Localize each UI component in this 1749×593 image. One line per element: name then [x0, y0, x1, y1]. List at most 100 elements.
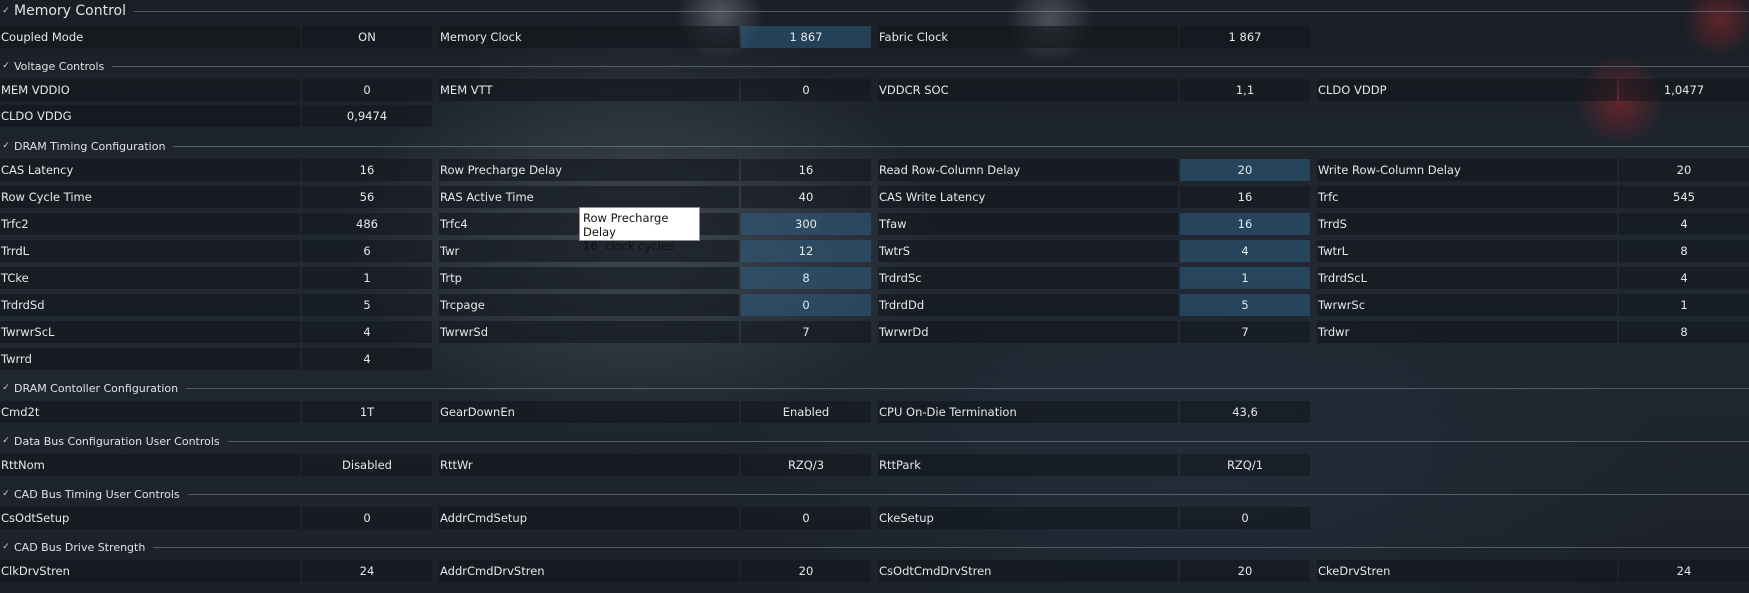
setting-value[interactable]: 43,6	[1180, 401, 1310, 423]
section-data-bus[interactable]: ✓ Data Bus Configuration User Controls	[0, 432, 1749, 450]
setting-value[interactable]: 0,9474	[302, 105, 432, 127]
setting-value[interactable]: 20	[1619, 159, 1749, 181]
section-voltage-controls[interactable]: ✓ Voltage Controls	[0, 57, 1749, 75]
setting-value[interactable]: 5	[1180, 294, 1310, 316]
setting-value[interactable]: 16	[1180, 213, 1310, 235]
setting-value[interactable]: 20	[741, 560, 871, 582]
section-memory-control[interactable]: ✓ Memory Control	[0, 2, 1749, 20]
section-cad-bus-timing[interactable]: ✓ CAD Bus Timing User Controls	[0, 485, 1749, 503]
setting-value[interactable]: 4	[1619, 267, 1749, 289]
setting-value[interactable]: 0	[1180, 507, 1310, 529]
setting-value[interactable]: 6	[302, 240, 432, 262]
setting-trrds[interactable]: TrrdS 4	[1317, 213, 1749, 235]
setting-value[interactable]: RZQ/3	[741, 454, 871, 476]
setting-trfc[interactable]: Trfc 545	[1317, 186, 1749, 208]
setting-value[interactable]: 545	[1619, 186, 1749, 208]
setting-trdwr[interactable]: Trdwr 8	[1317, 321, 1749, 343]
setting-twrwrsd[interactable]: TwrwrSd 7	[439, 321, 871, 343]
setting-value[interactable]: 1	[1180, 267, 1310, 289]
setting-trfc2[interactable]: Trfc2 486	[0, 213, 432, 235]
setting-value[interactable]: 20	[1180, 560, 1310, 582]
setting-read-row-column-delay[interactable]: Read Row-Column Delay 20	[878, 159, 1310, 181]
setting-value[interactable]: 1 867	[1180, 26, 1310, 48]
section-check-icon[interactable]: ✓	[2, 437, 10, 446]
setting-value[interactable]: ON	[302, 26, 432, 48]
setting-twrrd[interactable]: Twrrd 4	[0, 348, 432, 370]
setting-value[interactable]: 0	[302, 507, 432, 529]
setting-cpu-on-die-termination[interactable]: CPU On-Die Termination 43,6	[878, 401, 1310, 423]
setting-trtp[interactable]: Trtp 8	[439, 267, 871, 289]
setting-value[interactable]: Disabled	[302, 454, 432, 476]
setting-mem-vtt[interactable]: MEM VTT 0	[439, 79, 871, 101]
setting-cas-latency[interactable]: CAS Latency 16	[0, 159, 432, 181]
setting-value[interactable]: 486	[302, 213, 432, 235]
setting-value[interactable]: 0	[741, 79, 871, 101]
setting-value[interactable]: 0	[741, 507, 871, 529]
section-check-icon[interactable]: ✓	[2, 543, 10, 552]
setting-twrwrsc[interactable]: TwrwrSc 1	[1317, 294, 1749, 316]
setting-cas-write-latency[interactable]: CAS Write Latency 16	[878, 186, 1310, 208]
setting-value[interactable]: 4	[302, 348, 432, 370]
setting-value[interactable]: 1,0477	[1619, 79, 1749, 101]
setting-addrcmdsetup[interactable]: AddrCmdSetup 0	[439, 507, 871, 529]
setting-value[interactable]: 1	[1619, 294, 1749, 316]
setting-value[interactable]: 56	[302, 186, 432, 208]
setting-geardownen[interactable]: GearDownEn Enabled	[439, 401, 871, 423]
setting-rttwr[interactable]: RttWr RZQ/3	[439, 454, 871, 476]
setting-ckesetup[interactable]: CkeSetup 0	[878, 507, 1310, 529]
setting-value[interactable]: 7	[741, 321, 871, 343]
setting-tcke[interactable]: TCke 1	[0, 267, 432, 289]
setting-value[interactable]: 0	[302, 79, 432, 101]
setting-value[interactable]: 1T	[302, 401, 432, 423]
setting-value[interactable]: 16	[302, 159, 432, 181]
setting-trrdl[interactable]: TrrdL 6	[0, 240, 432, 262]
setting-twtrl[interactable]: TwtrL 8	[1317, 240, 1749, 262]
setting-value[interactable]: 8	[1619, 240, 1749, 262]
setting-value[interactable]: 24	[1619, 560, 1749, 582]
setting-value[interactable]: 0	[741, 294, 871, 316]
setting-tfaw[interactable]: Tfaw 16	[878, 213, 1310, 235]
setting-value[interactable]: 7	[1180, 321, 1310, 343]
setting-ras-active-time[interactable]: RAS Active Time 40	[439, 186, 871, 208]
setting-value[interactable]: 12	[741, 240, 871, 262]
section-check-icon[interactable]: ✓	[2, 490, 10, 499]
setting-trdrdsd[interactable]: TrdrdSd 5	[0, 294, 432, 316]
section-check-icon[interactable]: ✓	[2, 384, 10, 393]
section-dram-timing[interactable]: ✓ DRAM Timing Configuration	[0, 137, 1749, 155]
setting-row-cycle-time[interactable]: Row Cycle Time 56	[0, 186, 432, 208]
setting-value[interactable]: 4	[1180, 240, 1310, 262]
setting-value[interactable]: 8	[741, 267, 871, 289]
setting-rttpark[interactable]: RttPark RZQ/1	[878, 454, 1310, 476]
setting-value[interactable]: 40	[741, 186, 871, 208]
setting-value[interactable]: 300	[741, 213, 871, 235]
setting-vddcr-soc[interactable]: VDDCR SOC 1,1	[878, 79, 1310, 101]
section-check-icon[interactable]: ✓	[2, 62, 10, 71]
setting-ckedrvstren[interactable]: CkeDrvStren 24	[1317, 560, 1749, 582]
setting-value[interactable]: 16	[741, 159, 871, 181]
setting-value[interactable]: 5	[302, 294, 432, 316]
setting-value[interactable]: 1	[302, 267, 432, 289]
setting-mem-vddio[interactable]: MEM VDDIO 0	[0, 79, 432, 101]
setting-value[interactable]: RZQ/1	[1180, 454, 1310, 476]
setting-cmd2t[interactable]: Cmd2t 1T	[0, 401, 432, 423]
setting-csodtcmddrvstren[interactable]: CsOdtCmdDrvStren 20	[878, 560, 1310, 582]
setting-cldo-vddg[interactable]: CLDO VDDG 0,9474	[0, 105, 432, 127]
setting-trcpage[interactable]: Trcpage 0	[439, 294, 871, 316]
setting-trdrdscl[interactable]: TrdrdScL 4	[1317, 267, 1749, 289]
setting-trdrddd[interactable]: TrdrdDd 5	[878, 294, 1310, 316]
setting-addrcmddrvstren[interactable]: AddrCmdDrvStren 20	[439, 560, 871, 582]
setting-clkdrvstren[interactable]: ClkDrvStren 24	[0, 560, 432, 582]
setting-value[interactable]: 4	[1619, 213, 1749, 235]
section-check-icon[interactable]: ✓	[2, 142, 10, 151]
setting-coupled-mode[interactable]: Coupled Mode ON	[0, 26, 432, 48]
setting-value[interactable]: 4	[302, 321, 432, 343]
setting-value[interactable]: 1,1	[1180, 79, 1310, 101]
setting-rttnom[interactable]: RttNom Disabled	[0, 454, 432, 476]
setting-fabric-clock[interactable]: Fabric Clock 1 867	[878, 26, 1310, 48]
setting-value[interactable]: 1 867	[741, 26, 871, 48]
section-cad-bus-drive[interactable]: ✓ CAD Bus Drive Strength	[0, 538, 1749, 556]
section-check-icon[interactable]: ✓	[2, 7, 10, 16]
setting-trdrdsc[interactable]: TrdrdSc 1	[878, 267, 1310, 289]
setting-cldo-vddp[interactable]: CLDO VDDP 1,0477	[1317, 79, 1749, 101]
setting-value[interactable]: Enabled	[741, 401, 871, 423]
